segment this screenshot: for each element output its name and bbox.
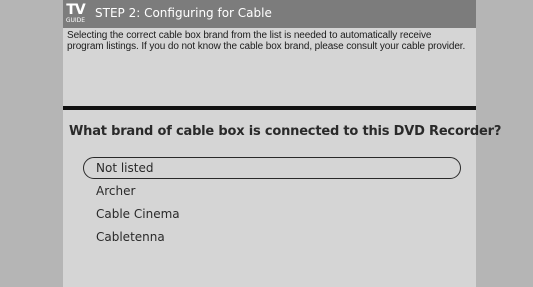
brand-option-cable-cinema[interactable]: Cable Cinema [83,203,461,226]
screen: TV GUIDE STEP 2: Configuring for Cable S… [0,0,533,287]
title-bar: TV GUIDE STEP 2: Configuring for Cable [63,0,476,28]
divider [63,106,476,110]
instruction-text: Selecting the correct cable box brand fr… [67,30,466,52]
page-title: STEP 2: Configuring for Cable [95,6,272,20]
brand-option-archer[interactable]: Archer [83,180,461,203]
logo-tv-text: TV [66,2,85,18]
logo-guide-text: GUIDE [65,17,86,24]
brand-list: Not listed Archer Cable Cinema Cabletenn… [83,157,461,249]
setup-panel: TV GUIDE STEP 2: Configuring for Cable S… [63,0,501,287]
question-heading: What brand of cable box is connected to … [69,124,502,139]
brand-option-cabletenna[interactable]: Cabletenna [83,226,461,249]
tv-guide-logo: TV GUIDE [65,3,86,27]
brand-option-not-listed[interactable]: Not listed [83,157,461,179]
